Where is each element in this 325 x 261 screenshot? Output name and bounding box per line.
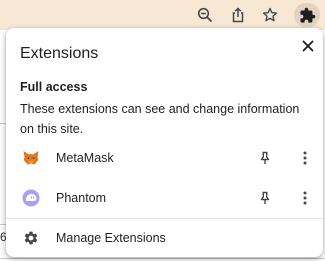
metamask-fox-icon (23, 151, 39, 165)
more-options-button[interactable] (295, 188, 315, 208)
close-icon (302, 40, 314, 52)
extensions-panel: Extensions Full access These extensions … (6, 28, 323, 257)
extension-row-phantom[interactable]: Phantom (6, 180, 323, 216)
manage-extensions-button[interactable]: Manage Extensions (6, 220, 323, 255)
close-button[interactable] (297, 35, 319, 57)
panel-title: Extensions (20, 45, 99, 62)
pin-icon (260, 151, 270, 164)
section-description: These extensions can see and change info… (20, 102, 300, 136)
share-button[interactable] (225, 3, 251, 27)
pin-button[interactable] (255, 148, 275, 168)
background-divider (0, 258, 325, 259)
extension-row-metamask[interactable]: MetaMask (6, 140, 323, 176)
manage-extensions-label: Manage Extensions (56, 231, 166, 245)
zoom-out-icon (197, 7, 212, 22)
zoom-out-button[interactable] (192, 3, 218, 27)
pin-button[interactable] (255, 188, 275, 208)
panel-divider (6, 218, 323, 219)
share-icon (232, 7, 244, 23)
pin-icon (260, 191, 270, 204)
bookmark-star-icon (262, 7, 278, 22)
gear-icon (24, 231, 38, 245)
extension-name: Phantom (56, 191, 107, 205)
phantom-ghost-icon (22, 189, 40, 207)
extensions-button[interactable] (294, 3, 320, 27)
more-vert-icon (303, 151, 307, 165)
more-options-button[interactable] (295, 148, 315, 168)
extensions-puzzle-icon (299, 7, 315, 23)
browser-toolbar (0, 0, 325, 30)
more-vert-icon (303, 191, 307, 205)
bookmark-button[interactable] (257, 3, 283, 27)
extension-name: MetaMask (56, 151, 114, 165)
section-title: Full access (20, 80, 88, 94)
